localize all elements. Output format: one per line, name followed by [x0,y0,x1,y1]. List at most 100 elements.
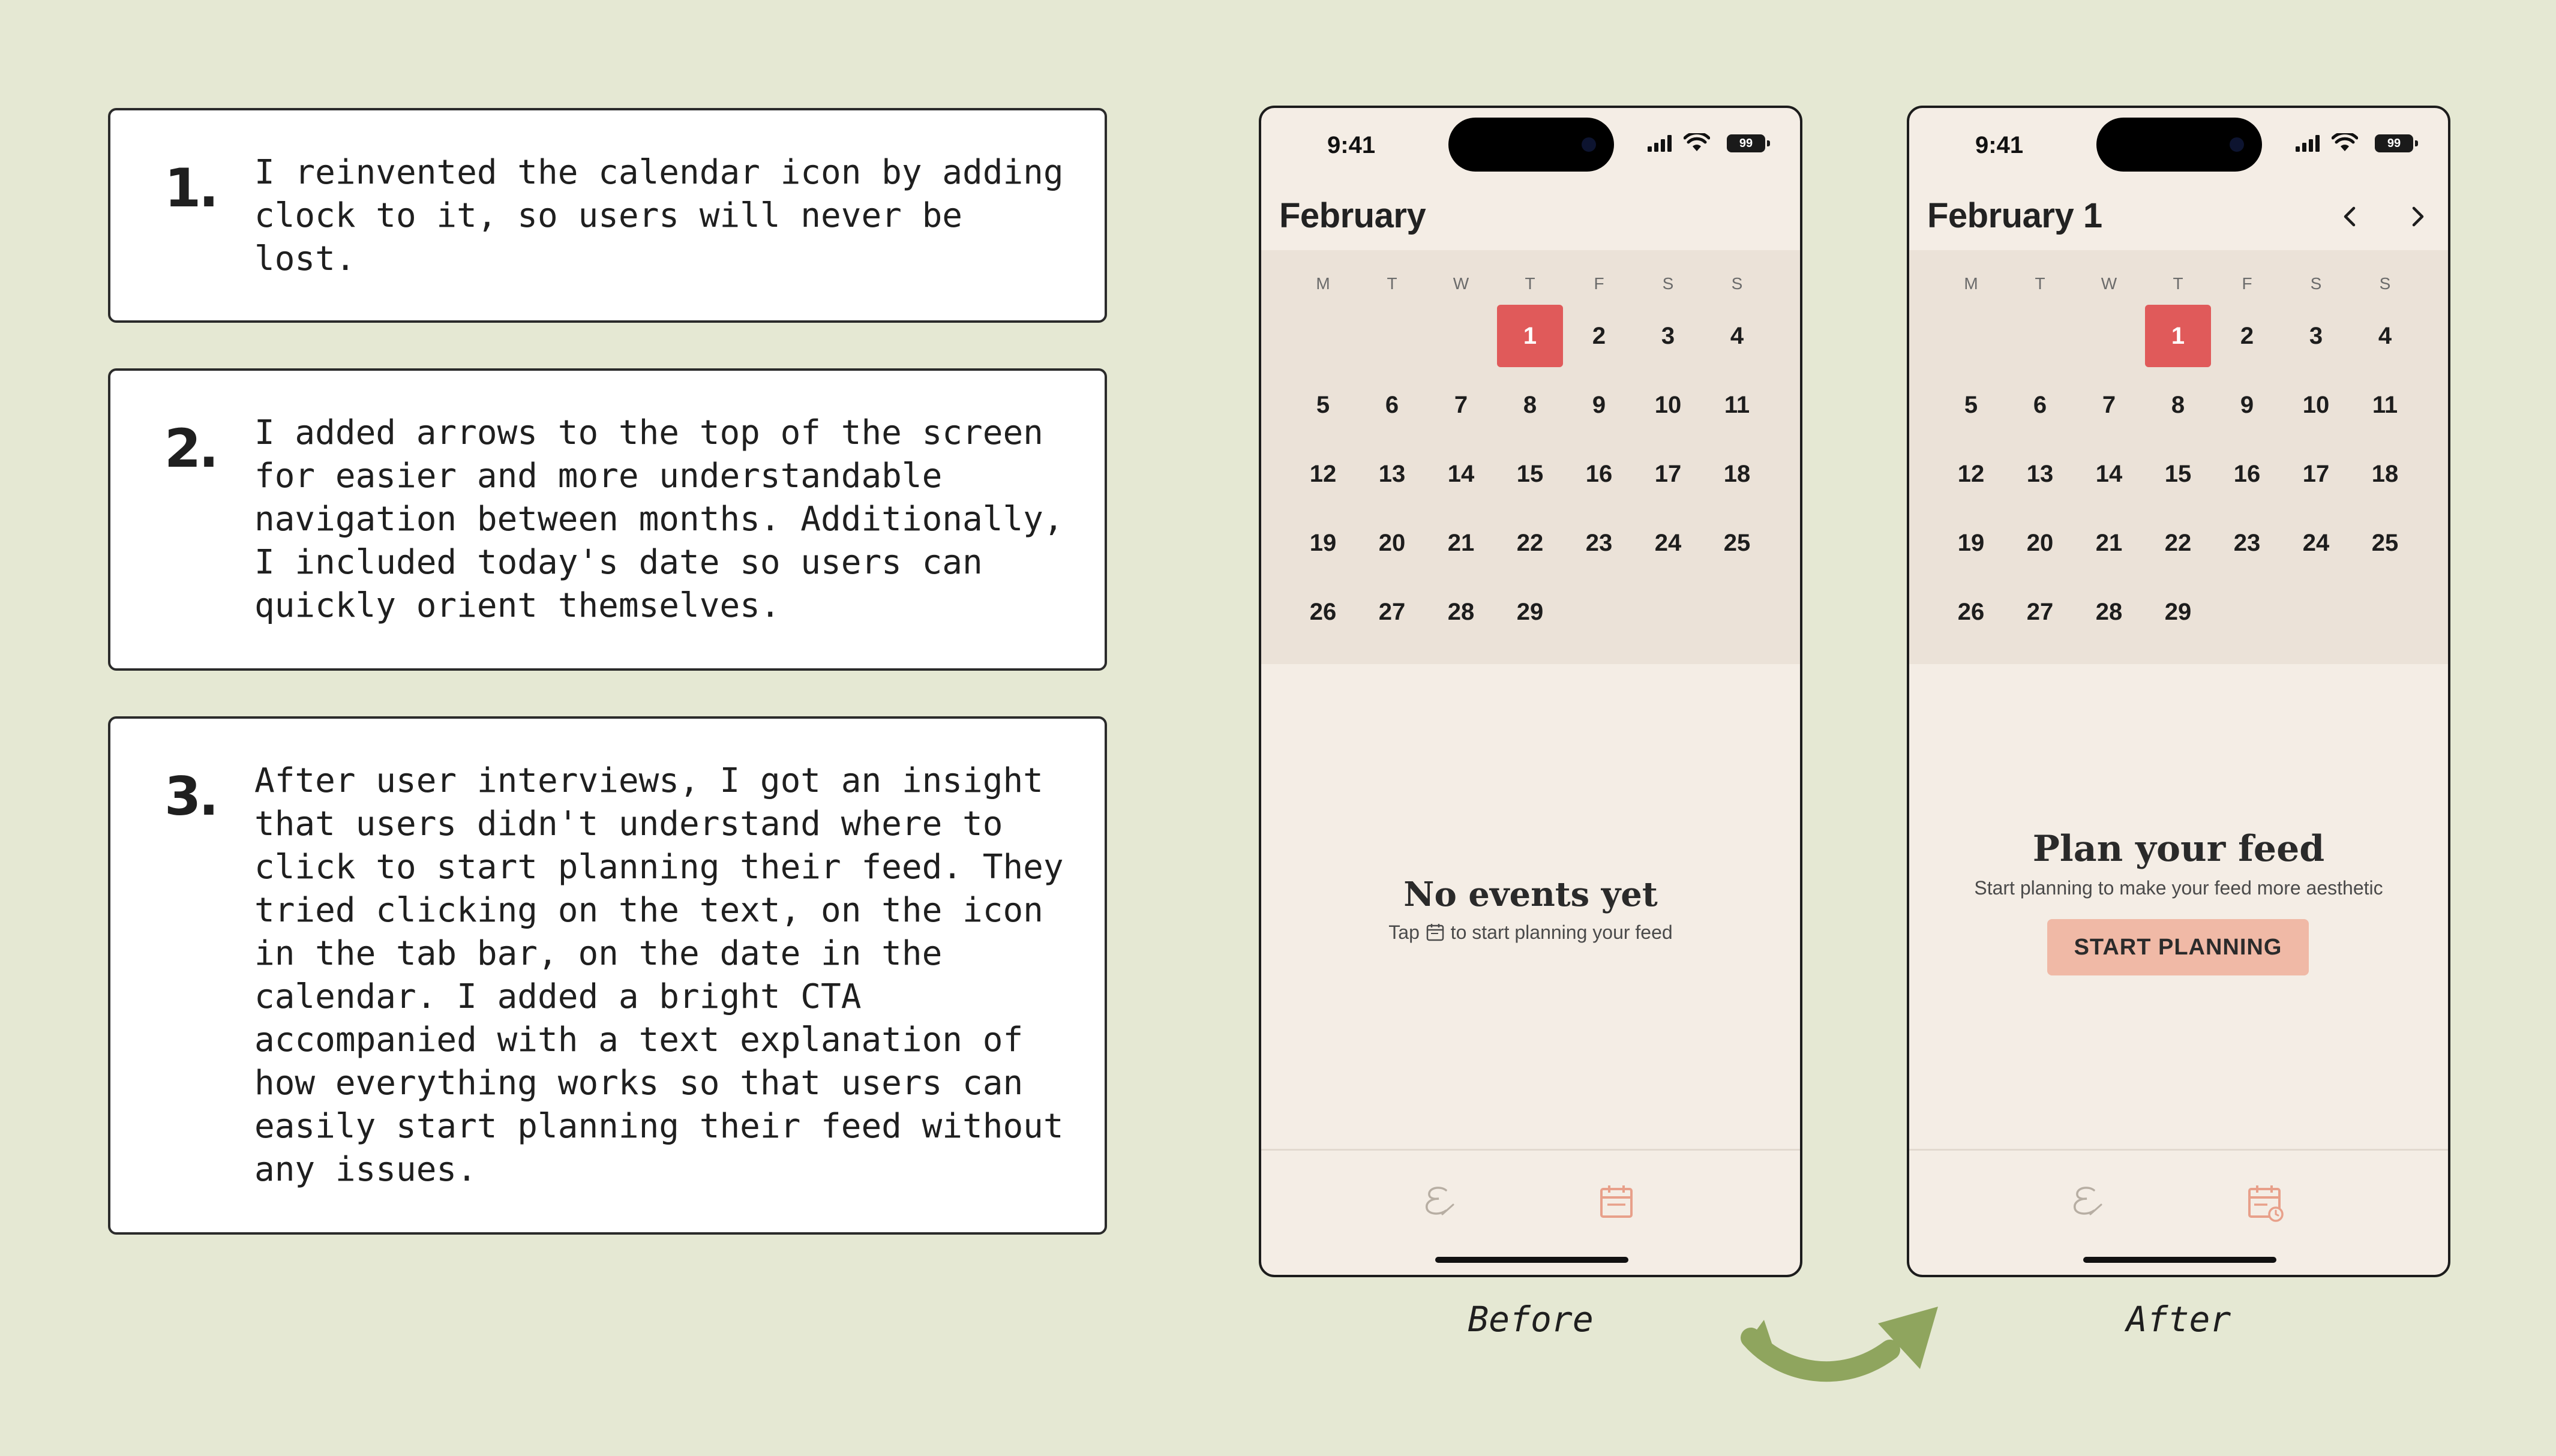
day-cell[interactable]: 7 [1428,374,1494,436]
day-cell[interactable]: 28 [1428,581,1494,643]
day-cell[interactable]: 10 [1635,374,1701,436]
week-row: 26 27 28 29 [1909,581,2448,647]
phone-after: 9:41 99 February 1 M T W T F S S 1 2 3 4… [1907,106,2450,1277]
day-cell[interactable]: 17 [2283,443,2349,505]
empty-sub-suffix: to start planning your feed [1450,921,1673,943]
weekday-label: T [1525,274,1535,293]
empty-state-title: Plan your feed [2032,828,2325,870]
day-cell[interactable]: 24 [1635,512,1701,574]
day-cell[interactable]: 3 [2283,305,2349,367]
day-cell-today[interactable]: 1 [2145,305,2211,367]
script-e-icon[interactable] [2066,1181,2108,1223]
battery-icon: 99 [1727,134,1770,152]
signal-icon [2296,135,2320,152]
day-cell[interactable]: 25 [1704,512,1770,574]
home-indicator[interactable] [2083,1257,2276,1263]
day-cell[interactable]: 3 [1635,305,1701,367]
calendar-grid: M T W T F S S 1 2 3 4 5 6 7 8 9 10 11 12 [1909,250,2448,664]
day-cell[interactable]: 22 [1497,512,1563,574]
calendar-grid: M T W T F S S 1 2 3 4 5 6 7 8 9 10 11 12 [1261,250,1800,664]
day-cell[interactable]: 8 [2145,374,2211,436]
day-cell[interactable]: 15 [1497,443,1563,505]
week-row: 12 13 14 15 16 17 18 [1909,443,2448,509]
day-cell[interactable]: 19 [1290,512,1356,574]
day-cell[interactable]: 4 [2352,305,2418,367]
day-cell[interactable]: 13 [1359,443,1425,505]
day-cell[interactable] [1359,305,1425,367]
day-cell[interactable]: 19 [1938,512,2004,574]
day-cell[interactable]: 5 [1938,374,2004,436]
day-cell[interactable]: 16 [1566,443,1632,505]
calendar-icon[interactable] [1595,1181,1637,1223]
day-cell[interactable]: 17 [1635,443,1701,505]
day-cell[interactable]: 5 [1290,374,1356,436]
week-row: 1 2 3 4 [1909,305,2448,371]
day-cell[interactable]: 9 [2214,374,2280,436]
day-cell[interactable]: 25 [2352,512,2418,574]
day-cell[interactable]: 11 [1704,374,1770,436]
day-cell[interactable] [1290,305,1356,367]
day-cell[interactable]: 10 [2283,374,2349,436]
week-row: 5 6 7 8 9 10 11 [1909,374,2448,440]
next-month-button[interactable] [2396,196,2438,238]
day-cell[interactable]: 9 [1566,374,1632,436]
day-cell[interactable]: 2 [1566,305,1632,367]
day-cell[interactable]: 18 [1704,443,1770,505]
day-cell[interactable]: 20 [2007,512,2073,574]
day-cell[interactable]: 15 [2145,443,2211,505]
note-text: I reinvented the calendar icon by adding… [254,153,1064,278]
day-cell[interactable]: 27 [2007,581,2073,643]
month-title: February 1 [1927,196,2102,235]
script-e-icon[interactable] [1418,1181,1460,1223]
day-cell[interactable] [1428,305,1494,367]
day-cell[interactable]: 23 [2214,512,2280,574]
weekday-label: M [1316,274,1330,293]
before-caption: Before [1468,1299,1594,1340]
day-cell[interactable]: 8 [1497,374,1563,436]
day-cell[interactable]: 7 [2076,374,2142,436]
day-cell[interactable]: 22 [2145,512,2211,574]
day-cell[interactable]: 6 [2007,374,2073,436]
status-time: 9:41 [1327,132,1376,158]
day-cell[interactable]: 12 [1938,443,2004,505]
day-cell[interactable] [2076,305,2142,367]
day-cell[interactable]: 6 [1359,374,1425,436]
curved-arrow-icon [1741,1307,1938,1382]
day-cell[interactable]: 16 [2214,443,2280,505]
day-cell[interactable]: 21 [1428,512,1494,574]
day-cell[interactable]: 29 [2145,581,2211,643]
home-indicator[interactable] [1435,1257,1628,1263]
day-cell[interactable]: 14 [1428,443,1494,505]
prev-month-button[interactable] [2329,196,2371,238]
day-cell[interactable]: 27 [1359,581,1425,643]
day-cell[interactable]: 18 [2352,443,2418,505]
weekday-label: W [1453,274,1469,293]
note-number: 1. [164,157,219,219]
day-cell[interactable]: 24 [2283,512,2349,574]
weekday-label: M [1964,274,1978,293]
day-cell[interactable]: 20 [1359,512,1425,574]
day-cell-today[interactable]: 1 [1497,305,1563,367]
note-number: 2. [164,418,219,479]
day-cell[interactable]: 23 [1566,512,1632,574]
day-cell[interactable]: 26 [1938,581,2004,643]
status-bar: 9:41 99 [1909,108,2448,186]
day-cell[interactable]: 12 [1290,443,1356,505]
day-cell[interactable]: 4 [1704,305,1770,367]
start-planning-button[interactable]: START PLANNING [2047,919,2309,975]
after-caption: After [2126,1299,2231,1340]
day-cell[interactable]: 21 [2076,512,2142,574]
day-cell[interactable] [1938,305,2004,367]
calendar-clock-icon[interactable] [2243,1181,2285,1223]
dynamic-island [1448,118,1614,172]
weekday-label: T [1387,274,1397,293]
day-cell[interactable]: 29 [1497,581,1563,643]
day-cell[interactable]: 2 [2214,305,2280,367]
camera-icon [2230,137,2244,152]
day-cell[interactable]: 14 [2076,443,2142,505]
day-cell[interactable]: 28 [2076,581,2142,643]
day-cell[interactable] [2007,305,2073,367]
day-cell[interactable]: 26 [1290,581,1356,643]
day-cell[interactable]: 13 [2007,443,2073,505]
day-cell[interactable]: 11 [2352,374,2418,436]
